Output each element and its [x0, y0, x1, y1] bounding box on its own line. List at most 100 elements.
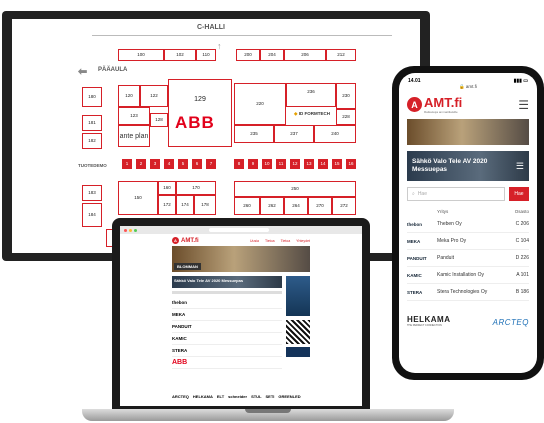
- demo-booth[interactable]: 1: [122, 159, 132, 169]
- laptop-exhibitor-row[interactable]: ABB: [172, 357, 282, 369]
- demo-booth[interactable]: 12: [290, 159, 300, 169]
- sidebar-ad-2[interactable]: [286, 347, 310, 357]
- booth-182[interactable]: 182: [82, 133, 102, 149]
- laptop-exhibitor-row[interactable]: thebon: [172, 297, 282, 309]
- booth-237[interactable]: 237: [274, 125, 314, 143]
- search-icon: ⌕: [412, 191, 415, 197]
- booth-236[interactable]: 236: [286, 83, 336, 107]
- demo-booth[interactable]: 14: [318, 159, 328, 169]
- booth-235[interactable]: 235: [234, 125, 274, 143]
- hamburger-menu-icon[interactable]: ☰: [518, 99, 529, 111]
- booth-183[interactable]: 183: [82, 185, 102, 201]
- laptop-screen: A AMT.fi Uusia Tietoa Tietoa Yhteydet BLO…: [120, 226, 362, 406]
- minimize-dot-icon[interactable]: [129, 228, 132, 232]
- booth-178[interactable]: 178: [194, 195, 216, 215]
- demo-booth[interactable]: 15: [332, 159, 342, 169]
- phone-exhibitor-row[interactable]: PANDUIT Panduit D 226: [407, 250, 529, 267]
- nav-item-2[interactable]: Tietoa: [265, 239, 275, 243]
- nav-item-1[interactable]: Uusia: [250, 239, 259, 243]
- booth-150[interactable]: 150: [118, 181, 158, 215]
- booth-170[interactable]: 170: [176, 181, 216, 195]
- booth-204[interactable]: 204: [260, 49, 284, 61]
- booth-160[interactable]: 160: [158, 181, 176, 195]
- phone-header: A AMT.fi Ratkaisuja ammattilaisille ☰: [399, 90, 537, 119]
- demo-booth[interactable]: 8: [234, 159, 244, 169]
- booth-230[interactable]: 230: [336, 83, 356, 109]
- sidebar-ad[interactable]: [286, 276, 310, 316]
- ante-plan-booth[interactable]: ante plan: [118, 125, 150, 147]
- search-button[interactable]: Hae: [509, 187, 529, 201]
- demo-booth[interactable]: 7: [206, 159, 216, 169]
- booth-128[interactable]: 128: [150, 113, 168, 127]
- demo-booth[interactable]: 13: [304, 159, 314, 169]
- booth-206[interactable]: 206: [284, 49, 326, 61]
- booth-200[interactable]: 200: [236, 49, 260, 61]
- address-bar[interactable]: [209, 228, 269, 232]
- booth-180[interactable]: 180: [82, 87, 102, 107]
- booth-240[interactable]: 240: [314, 125, 356, 143]
- booth-184[interactable]: 184: [82, 203, 102, 227]
- laptop-exhibitor-row[interactable]: KAMIC: [172, 333, 282, 345]
- booth-264[interactable]: 264: [284, 197, 308, 215]
- laptop-footer-logo: schneider: [228, 394, 248, 399]
- demo-booth[interactable]: 5: [178, 159, 188, 169]
- main-hall-label: PÄÄAULA: [98, 67, 128, 73]
- maximize-dot-icon[interactable]: [134, 228, 137, 232]
- laptop-exhibitor-row[interactable]: STERA: [172, 345, 282, 357]
- booth-110[interactable]: 110: [196, 49, 216, 61]
- booth-181[interactable]: 181: [82, 115, 102, 131]
- demo-booth[interactable]: 10: [262, 159, 272, 169]
- booth-120[interactable]: 120: [118, 85, 140, 107]
- exhibitor-booth: C 104: [515, 238, 529, 244]
- phone-exhibitor-row[interactable]: STERA Stera Technologies Oy B 186: [407, 284, 529, 301]
- booth-262[interactable]: 262: [260, 197, 284, 215]
- booth-122[interactable]: 122: [140, 85, 168, 107]
- arcteq-logo: ARCTEQ: [492, 318, 529, 327]
- phone-exhibitor-row[interactable]: MEKA Meka Pro Oy C 104: [407, 233, 529, 250]
- close-dot-icon[interactable]: [124, 228, 127, 232]
- booth-250[interactable]: 250: [234, 181, 356, 197]
- demo-booth[interactable]: 3: [150, 159, 160, 169]
- booth-100[interactable]: 100: [118, 49, 164, 61]
- demo-booth[interactable]: 9: [248, 159, 258, 169]
- demo-booth[interactable]: 16: [346, 159, 356, 169]
- phone-exhibitor-row[interactable]: thebon Theben Oy C 206: [407, 216, 529, 233]
- laptop-exhibitor-row[interactable]: MEKA: [172, 309, 282, 321]
- phone-hero-menu-icon[interactable]: ☰: [516, 161, 524, 172]
- demo-booth[interactable]: 11: [276, 159, 286, 169]
- demo-booth[interactable]: 2: [136, 159, 146, 169]
- phone-exhibitor-row[interactable]: KAMIC Kamic Installation Oy A 101: [407, 267, 529, 284]
- booth-228[interactable]: 228: [336, 109, 356, 125]
- booth-260[interactable]: 260: [234, 197, 260, 215]
- booth-272[interactable]: 272: [332, 197, 356, 215]
- left-arrow-icon: ⬅: [78, 66, 88, 78]
- booth-220[interactable]: 220: [234, 83, 286, 125]
- booth-212[interactable]: 212: [326, 49, 356, 61]
- product-mockup: C-HALLI ↑ 100 102 110 200 204 206 212 ⬅ …: [0, 0, 544, 423]
- demo-booth[interactable]: 6: [192, 159, 202, 169]
- phone-hero: Sähkö Valo Tele AV 2020 Messuepas ☰: [407, 151, 529, 181]
- demo-booth[interactable]: 4: [164, 159, 174, 169]
- laptop-exhibitor-row[interactable]: PANDUIT: [172, 321, 282, 333]
- booth-102[interactable]: 102: [164, 49, 196, 61]
- phone-logo[interactable]: A AMT.fi Ratkaisuja ammattilaisille: [407, 95, 462, 114]
- exhibitor-logo: thebon: [407, 221, 422, 227]
- laptop: A AMT.fi Uusia Tietoa Tietoa Yhteydet BLO…: [112, 218, 370, 411]
- exhibitor-name: Meka Pro Oy: [437, 238, 467, 244]
- laptop-banner[interactable]: BLOMMAN: [172, 246, 310, 272]
- nav-item-3[interactable]: Tietoa: [281, 239, 291, 243]
- nav-item-4[interactable]: Yhteydet: [296, 239, 310, 243]
- booth-174[interactable]: 174: [176, 195, 194, 215]
- laptop-search[interactable]: [172, 291, 282, 294]
- booth-270[interactable]: 270: [308, 197, 332, 215]
- smartphone: 14.01 ▮▮▮ ▭ 🔒 amt.fi A AMT.fi Ratkaisuja…: [392, 66, 544, 380]
- search-input[interactable]: ⌕ Hae: [407, 187, 505, 201]
- booth-123[interactable]: 123: [118, 107, 150, 125]
- laptop-logo[interactable]: A AMT.fi: [172, 237, 199, 244]
- status-bar: 14.01 ▮▮▮ ▭: [399, 73, 537, 84]
- phone-table-header: Yritys Osasto: [437, 209, 529, 214]
- phone-banner[interactable]: [407, 119, 529, 145]
- booth-172[interactable]: 172: [158, 195, 176, 215]
- laptop-exhibitor-logo: ABB: [172, 359, 188, 366]
- laptop-main: Sähkö Valo Tele AV 2020 Messuepas thebon…: [172, 276, 282, 369]
